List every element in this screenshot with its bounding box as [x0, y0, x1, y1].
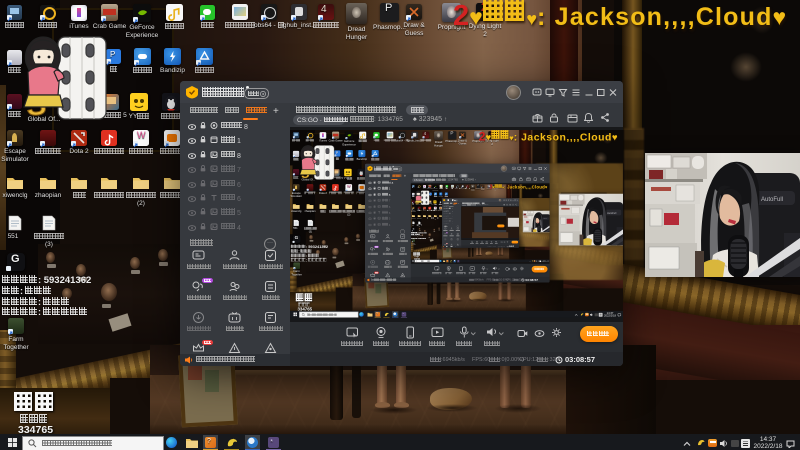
- svg-text:AutoFull: AutoFull: [761, 197, 783, 203]
- svg-text:AutoFull: AutoFull: [607, 212, 617, 215]
